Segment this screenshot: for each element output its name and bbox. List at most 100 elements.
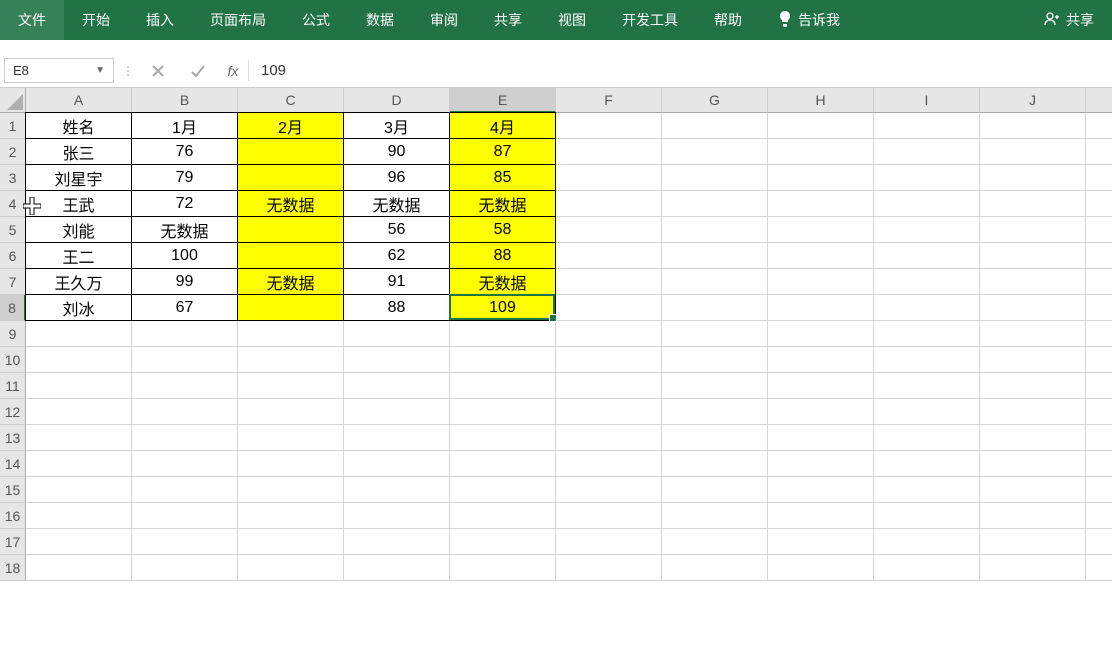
cell-B3[interactable]: 79 bbox=[131, 164, 238, 191]
cell-X17[interactable] bbox=[1086, 529, 1112, 555]
cell-C10[interactable] bbox=[238, 347, 344, 373]
cell-A11[interactable] bbox=[26, 373, 132, 399]
cell-C2[interactable] bbox=[237, 138, 344, 165]
cell-X13[interactable] bbox=[1086, 425, 1112, 451]
cell-F1[interactable] bbox=[556, 113, 662, 139]
cell-X14[interactable] bbox=[1086, 451, 1112, 477]
cell-A17[interactable] bbox=[26, 529, 132, 555]
row-header-10[interactable]: 10 bbox=[0, 347, 26, 373]
cell-B5[interactable]: 无数据 bbox=[131, 216, 238, 243]
tellme-button[interactable]: 告诉我 bbox=[760, 0, 858, 40]
row-header-7[interactable]: 7 bbox=[0, 269, 26, 295]
cell-I7[interactable] bbox=[874, 269, 980, 295]
cell-J16[interactable] bbox=[980, 503, 1086, 529]
cell-H5[interactable] bbox=[768, 217, 874, 243]
cancel-icon[interactable] bbox=[138, 54, 178, 87]
cell-A13[interactable] bbox=[26, 425, 132, 451]
cell-H7[interactable] bbox=[768, 269, 874, 295]
enter-icon[interactable] bbox=[178, 54, 218, 87]
cell-H6[interactable] bbox=[768, 243, 874, 269]
col-header-E[interactable]: E bbox=[450, 88, 556, 113]
cell-J4[interactable] bbox=[980, 191, 1086, 217]
row-header-15[interactable]: 15 bbox=[0, 477, 26, 503]
cell-E3[interactable]: 85 bbox=[449, 164, 556, 191]
cell-H13[interactable] bbox=[768, 425, 874, 451]
cell-C6[interactable] bbox=[237, 242, 344, 269]
col-header-A[interactable]: A bbox=[26, 88, 132, 113]
cell-J6[interactable] bbox=[980, 243, 1086, 269]
cell-C8[interactable] bbox=[237, 294, 344, 321]
tab-home[interactable]: 开始 bbox=[64, 0, 128, 40]
cell-F8[interactable] bbox=[556, 295, 662, 321]
cell-A16[interactable] bbox=[26, 503, 132, 529]
cell-B7[interactable]: 99 bbox=[131, 268, 238, 295]
cell-G6[interactable] bbox=[662, 243, 768, 269]
row-header-5[interactable]: 5 bbox=[0, 217, 26, 243]
cell-X7[interactable] bbox=[1086, 269, 1112, 295]
col-header-F[interactable]: F bbox=[556, 88, 662, 113]
name-box[interactable]: E8 ▼ bbox=[4, 58, 114, 83]
cell-H18[interactable] bbox=[768, 555, 874, 581]
cell-E8[interactable]: 109 bbox=[449, 294, 556, 321]
cell-I13[interactable] bbox=[874, 425, 980, 451]
cell-F11[interactable] bbox=[556, 373, 662, 399]
cell-J1[interactable] bbox=[980, 113, 1086, 139]
cell-A3[interactable]: 刘星宇 bbox=[25, 164, 132, 191]
cell-E9[interactable] bbox=[450, 321, 556, 347]
row-header-11[interactable]: 11 bbox=[0, 373, 26, 399]
tab-data[interactable]: 数据 bbox=[348, 0, 412, 40]
cell-E10[interactable] bbox=[450, 347, 556, 373]
cell-I1[interactable] bbox=[874, 113, 980, 139]
cell-G17[interactable] bbox=[662, 529, 768, 555]
tab-layout[interactable]: 页面布局 bbox=[192, 0, 284, 40]
cell-A12[interactable] bbox=[26, 399, 132, 425]
tab-devtools[interactable]: 开发工具 bbox=[604, 0, 696, 40]
cell-E17[interactable] bbox=[450, 529, 556, 555]
cell-H10[interactable] bbox=[768, 347, 874, 373]
cell-E14[interactable] bbox=[450, 451, 556, 477]
cell-D5[interactable]: 56 bbox=[343, 216, 450, 243]
cell-F15[interactable] bbox=[556, 477, 662, 503]
cell-C13[interactable] bbox=[238, 425, 344, 451]
row-header-8[interactable]: 8 bbox=[0, 295, 26, 321]
cell-D17[interactable] bbox=[344, 529, 450, 555]
cell-E16[interactable] bbox=[450, 503, 556, 529]
cell-D1[interactable]: 3月 bbox=[343, 112, 450, 139]
cell-E5[interactable]: 58 bbox=[449, 216, 556, 243]
cell-H2[interactable] bbox=[768, 139, 874, 165]
tab-view[interactable]: 视图 bbox=[540, 0, 604, 40]
cell-J2[interactable] bbox=[980, 139, 1086, 165]
cell-B6[interactable]: 100 bbox=[131, 242, 238, 269]
cell-E18[interactable] bbox=[450, 555, 556, 581]
cell-B11[interactable] bbox=[132, 373, 238, 399]
tab-insert[interactable]: 插入 bbox=[128, 0, 192, 40]
cell-J5[interactable] bbox=[980, 217, 1086, 243]
cell-A5[interactable]: 刘能 bbox=[25, 216, 132, 243]
cell-A4[interactable]: 王武 bbox=[25, 190, 132, 217]
cell-I8[interactable] bbox=[874, 295, 980, 321]
cell-C16[interactable] bbox=[238, 503, 344, 529]
col-header-H[interactable]: H bbox=[768, 88, 874, 113]
cell-D11[interactable] bbox=[344, 373, 450, 399]
cell-J9[interactable] bbox=[980, 321, 1086, 347]
cell-I11[interactable] bbox=[874, 373, 980, 399]
cell-G2[interactable] bbox=[662, 139, 768, 165]
cell-E1[interactable]: 4月 bbox=[449, 112, 556, 139]
cell-H9[interactable] bbox=[768, 321, 874, 347]
row-header-14[interactable]: 14 bbox=[0, 451, 26, 477]
cell-G11[interactable] bbox=[662, 373, 768, 399]
row-header-6[interactable]: 6 bbox=[0, 243, 26, 269]
cell-G12[interactable] bbox=[662, 399, 768, 425]
cell-I12[interactable] bbox=[874, 399, 980, 425]
cell-H3[interactable] bbox=[768, 165, 874, 191]
share-button[interactable]: 共享 bbox=[1026, 0, 1112, 40]
cell-D13[interactable] bbox=[344, 425, 450, 451]
cell-X9[interactable] bbox=[1086, 321, 1112, 347]
row-header-16[interactable]: 16 bbox=[0, 503, 26, 529]
cell-B4[interactable]: 72 bbox=[131, 190, 238, 217]
tab-review[interactable]: 审阅 bbox=[412, 0, 476, 40]
cell-H16[interactable] bbox=[768, 503, 874, 529]
cell-I3[interactable] bbox=[874, 165, 980, 191]
row-header-4[interactable]: 4 bbox=[0, 191, 26, 217]
cell-C15[interactable] bbox=[238, 477, 344, 503]
